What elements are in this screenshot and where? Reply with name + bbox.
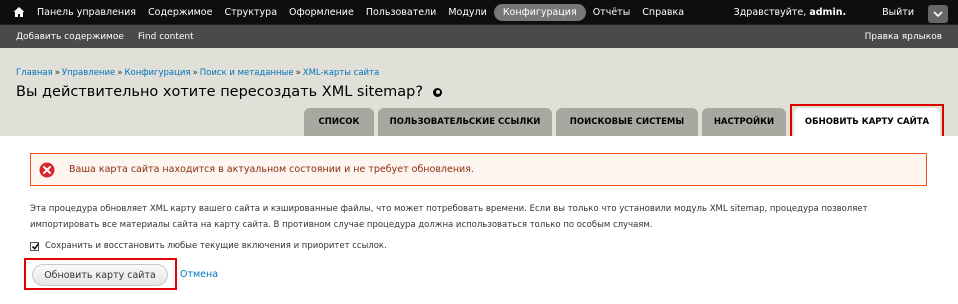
breadcrumb-xml-sitemap[interactable]: XML-карты сайта — [303, 68, 379, 78]
username[interactable]: admin. — [809, 7, 846, 18]
tab-custom-links[interactable]: Пользовательские ссылки — [378, 108, 552, 136]
toolbar-item-configuration[interactable]: Конфигурация — [493, 3, 586, 21]
breadcrumb-separator: » — [192, 68, 198, 78]
breadcrumb-separator: » — [295, 68, 301, 78]
cancel-link[interactable]: Отмена — [180, 269, 218, 280]
shortcut-add-content[interactable]: Добавить содержимое — [16, 32, 124, 42]
admin-toolbar: Панель управления Содержимое Структура О… — [0, 0, 958, 24]
tab-list[interactable]: Список — [304, 108, 374, 136]
breadcrumb-home[interactable]: Главная — [16, 68, 53, 78]
add-shortcut-icon[interactable] — [433, 87, 443, 97]
error-message: Ваша карта сайта находится в актуальном … — [30, 153, 927, 186]
shortcuts-toggle-button[interactable] — [928, 5, 948, 23]
error-icon — [39, 162, 55, 177]
toolbar-item-help[interactable]: Справка — [637, 4, 689, 21]
logout-link[interactable]: Выйти — [882, 7, 914, 18]
checkmark-icon — [31, 242, 40, 250]
toolbar-item-structure[interactable]: Структура — [219, 4, 282, 21]
toolbar-item-reports[interactable]: Отчёты — [588, 4, 636, 21]
save-restore-checkbox[interactable] — [30, 241, 40, 251]
tab-settings[interactable]: Настройки — [702, 108, 786, 136]
tab-search-engines[interactable]: Поисковые системы — [556, 108, 698, 136]
shortcuts-bar: Добавить содержимое Find content Правка … — [0, 24, 958, 48]
breadcrumb: Главная» Управление» Конфигурация» Поиск и … — [16, 68, 379, 78]
user-greeting: Здравствуйте, admin. — [734, 7, 846, 18]
edit-shortcuts-link[interactable]: Правка ярлыков — [865, 25, 942, 49]
shortcut-list: Добавить содержимое Find content — [16, 25, 208, 49]
greeting-prefix: Здравствуйте, — [733, 6, 807, 18]
breadcrumb-separator: » — [117, 68, 123, 78]
toolbar-item-dashboard[interactable]: Панель управления — [32, 4, 141, 21]
tabs: Список Пользовательские ссылки Поисковые… — [0, 108, 958, 136]
toolbar-item-modules[interactable]: Модули — [443, 4, 491, 21]
toolbar-menu: Панель управления Содержимое Структура О… — [32, 0, 691, 24]
toolbar-item-appearance[interactable]: Оформление — [284, 4, 359, 21]
breadcrumb-search-metadata[interactable]: Поиск и метаданные — [200, 68, 294, 78]
toolbar-item-content[interactable]: Содержимое — [143, 4, 217, 21]
breadcrumb-admin[interactable]: Управление — [62, 68, 115, 78]
description-text: Эта процедура обновляет XML карту вашего… — [30, 204, 868, 230]
page-title: Вы действительно хотите пересоздать XML … — [16, 84, 424, 100]
chevron-down-icon — [933, 11, 943, 17]
breadcrumb-separator: » — [54, 68, 60, 78]
toolbar-item-people[interactable]: Пользователи — [361, 4, 442, 21]
tab-rebuild-sitemap[interactable]: Обновить карту сайта — [794, 108, 940, 136]
breadcrumb-config[interactable]: Конфигурация — [124, 68, 190, 78]
shortcut-find-content[interactable]: Find content — [138, 32, 194, 42]
save-restore-label[interactable]: Сохранить и восстановить любые текущие в… — [45, 241, 387, 251]
home-icon[interactable] — [12, 5, 26, 19]
toolbar-user: Здравствуйте, admin. Выйти — [734, 0, 914, 24]
save-restore-option: Сохранить и восстановить любые текущие в… — [30, 241, 387, 251]
page-title-row: Вы действительно хотите пересоздать XML … — [16, 84, 443, 100]
error-message-text: Ваша карта сайта находится в актуальном … — [69, 164, 474, 175]
rebuild-sitemap-button[interactable]: Обновить карту сайта — [32, 264, 168, 286]
